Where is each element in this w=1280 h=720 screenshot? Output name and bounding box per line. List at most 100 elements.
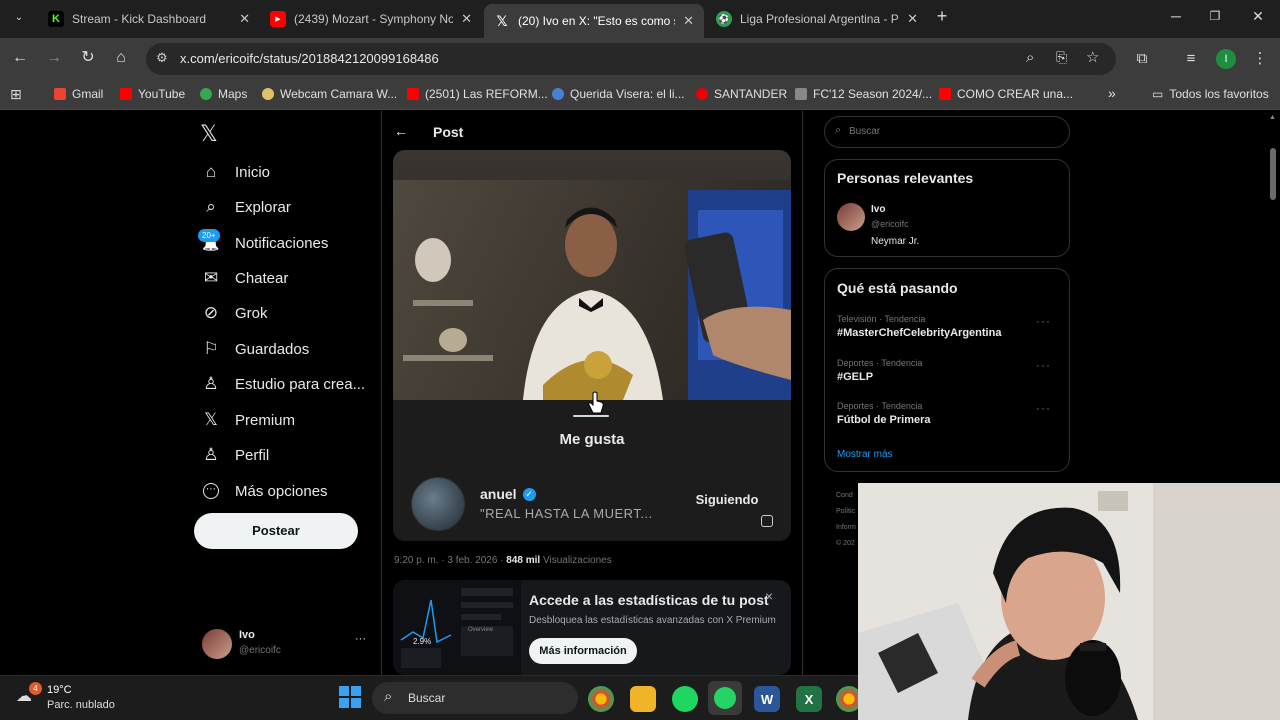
kebab-menu-icon[interactable]: ⋮ xyxy=(1250,49,1270,69)
more-bookmarks-chevron-icon[interactable]: » xyxy=(1108,85,1116,101)
bookmark-querida-visera[interactable]: Querida Visera: el li... xyxy=(552,87,685,101)
trend-item[interactable]: Deportes · Tendencia Fútbol de Primera ·… xyxy=(837,401,1059,426)
install-app-icon[interactable]: ⎘ xyxy=(1056,49,1067,66)
weather-icon[interactable]: ☁ 4 xyxy=(16,682,42,705)
tab-mozart-youtube[interactable]: ▶ (2439) Mozart - Symphony No. ✕ xyxy=(260,4,482,34)
person-name[interactable]: Ivo xyxy=(871,204,885,215)
close-tab-icon[interactable]: ✕ xyxy=(461,11,472,27)
chrome-icon[interactable] xyxy=(588,686,614,712)
nav-item-creator-studio[interactable]: ♙ Estudio para crea... xyxy=(200,369,365,399)
new-tab-button[interactable]: + xyxy=(932,6,952,27)
nav-item-premium[interactable]: 𝕏 Premium xyxy=(200,405,295,435)
nav-item-home[interactable]: ⌂ Inicio xyxy=(200,157,270,187)
home-icon[interactable]: ⌂ xyxy=(111,48,131,68)
drag-handle[interactable] xyxy=(573,415,609,417)
media-controls-icon[interactable]: ≡ xyxy=(1181,49,1201,69)
bookmark-como-crear[interactable]: COMO CREAR una... xyxy=(939,87,1073,101)
nav-item-grok[interactable]: ⊘ Grok xyxy=(200,298,268,328)
more-dots-icon[interactable]: ··· xyxy=(1036,401,1051,415)
back-arrow-icon[interactable]: ← xyxy=(394,123,408,139)
minimize-window-icon[interactable]: ─ xyxy=(1166,8,1186,24)
more-dots-icon[interactable]: ··· xyxy=(1036,314,1051,328)
whatsapp-taskbar-button[interactable] xyxy=(708,681,742,715)
taskbar-search[interactable]: ⌕ Buscar xyxy=(372,682,578,714)
footer-link[interactable]: Polític xyxy=(836,504,856,520)
spotify-icon[interactable] xyxy=(672,686,698,712)
close-window-icon[interactable]: ✕ xyxy=(1248,8,1268,25)
avatar xyxy=(202,629,232,659)
x-logo-icon[interactable]: 𝕏 xyxy=(200,121,218,147)
apps-grid-icon[interactable]: ⊞ xyxy=(10,86,22,103)
start-tile xyxy=(351,686,361,696)
forward-arrow-icon[interactable]: → xyxy=(44,48,64,68)
post-button[interactable]: Postear xyxy=(194,513,358,549)
windows-start-icon[interactable] xyxy=(339,686,361,708)
more-dots-icon[interactable]: ··· xyxy=(355,633,366,645)
bookmark-star-icon[interactable]: ☆ xyxy=(1086,48,1099,66)
site-icon xyxy=(552,88,564,100)
bookmark-label: Webcam Camara W... xyxy=(280,87,398,101)
more-info-button[interactable]: Más información xyxy=(529,638,637,664)
nav-item-profile[interactable]: ♙ Perfil xyxy=(200,440,269,470)
site-info-icon[interactable]: ⚙ xyxy=(156,50,168,66)
nav-item-explore[interactable]: ⌕ Explorar xyxy=(200,192,291,222)
bookmark-gmail[interactable]: Gmail xyxy=(54,87,103,101)
webcam-overlay xyxy=(858,483,1280,720)
bookmark-fc12[interactable]: FC'12 Season 2024/... xyxy=(795,87,932,101)
bookmark-youtube[interactable]: YouTube xyxy=(120,87,185,101)
embedded-account-name[interactable]: anuel ✓ xyxy=(480,486,536,502)
start-tile xyxy=(351,698,361,708)
close-tab-icon[interactable]: ✕ xyxy=(683,13,694,29)
scrollbar-thumb[interactable] xyxy=(1270,148,1276,200)
all-bookmarks-folder[interactable]: ▭ Todos los favoritos xyxy=(1152,87,1269,101)
nav-item-chat[interactable]: ✉ Chatear xyxy=(200,263,289,293)
tab-x-post[interactable]: 𝕏 (20) Ivo en X: "Esto es como si c ✕ xyxy=(484,4,704,38)
nav-item-more-options[interactable]: ⋯ Más opciones xyxy=(200,476,328,506)
bookmark-santander[interactable]: SANTANDER xyxy=(696,87,787,101)
nav-item-bookmarks[interactable]: ⚐ Guardados xyxy=(200,334,309,364)
extensions-puzzle-icon[interactable]: ⧉ xyxy=(1132,49,1152,69)
show-more-link[interactable]: Mostrar más xyxy=(837,449,893,460)
address-bar[interactable]: ⚙ x.com/ericoifc/status/2018842120099168… xyxy=(146,43,1116,75)
anuel-avatar[interactable] xyxy=(411,477,465,531)
trend-item[interactable]: Televisión · Tendencia #MasterChefCelebr… xyxy=(837,314,1059,339)
trend-item[interactable]: Deportes · Tendencia #GELP ··· xyxy=(837,358,1059,383)
account-switcher[interactable]: Ivo @ericoifc ··· xyxy=(200,627,370,667)
search-icon: ⌕ xyxy=(384,688,393,705)
premium-x-icon: 𝕏 xyxy=(204,410,218,429)
profile-avatar[interactable]: I xyxy=(1216,49,1236,69)
trend-category: Televisión · Tendencia xyxy=(837,314,926,324)
following-button[interactable]: Siguiendo xyxy=(679,484,775,516)
post-video[interactable]: Me gusta anuel ✓ "REAL HASTA LA MUERT...… xyxy=(393,150,791,541)
verified-badge-icon: ✓ xyxy=(522,487,536,501)
scroll-up-icon[interactable]: ▲ xyxy=(1269,114,1276,121)
search-box[interactable]: ⌕ Buscar xyxy=(824,116,1070,148)
file-explorer-icon[interactable] xyxy=(630,686,656,712)
zoom-search-icon[interactable]: ⌕ xyxy=(1026,49,1034,66)
nav-label: Guardados xyxy=(235,340,310,358)
home-icon: ⌂ xyxy=(205,162,217,181)
close-promo-icon[interactable]: × xyxy=(765,588,773,604)
restore-window-icon[interactable]: ❐ xyxy=(1205,9,1225,23)
back-arrow-icon[interactable]: ← xyxy=(10,48,30,68)
nav-label: Estudio para crea... xyxy=(235,375,366,393)
word-icon[interactable]: W xyxy=(754,686,780,712)
more-dots-icon[interactable]: ··· xyxy=(1036,358,1051,372)
footer-link[interactable]: Cond xyxy=(836,488,856,504)
close-tab-icon[interactable]: ✕ xyxy=(239,11,250,27)
footer-link[interactable]: Inform xyxy=(836,520,856,536)
tab-liga-profesional[interactable]: ⚽ Liga Profesional Argentina - PC ✕ xyxy=(706,4,928,34)
avatar[interactable] xyxy=(837,203,865,231)
reload-icon[interactable]: ↻ xyxy=(78,48,98,68)
bookmark-reformas[interactable]: (2501) Las REFORM... xyxy=(407,87,548,101)
excel-icon[interactable]: X xyxy=(796,686,822,712)
picture-in-picture-icon[interactable] xyxy=(761,515,773,527)
analytics-promo-card: 2.9% Overview Accede a las estadísticas … xyxy=(393,580,791,675)
close-tab-icon[interactable]: ✕ xyxy=(907,11,918,27)
bookmark-webcam[interactable]: Webcam Camara W... xyxy=(262,87,397,101)
bookmark-maps[interactable]: Maps xyxy=(200,87,247,101)
url-text: x.com/ericoifc/status/201884212009916848… xyxy=(180,51,439,66)
tab-search-chevron-icon[interactable]: ⌄ xyxy=(9,8,29,28)
tab-kick-dashboard[interactable]: K Stream - Kick Dashboard ✕ xyxy=(38,4,260,34)
promo-subtitle: Desbloquea las estadísticas avanzadas co… xyxy=(529,615,776,626)
